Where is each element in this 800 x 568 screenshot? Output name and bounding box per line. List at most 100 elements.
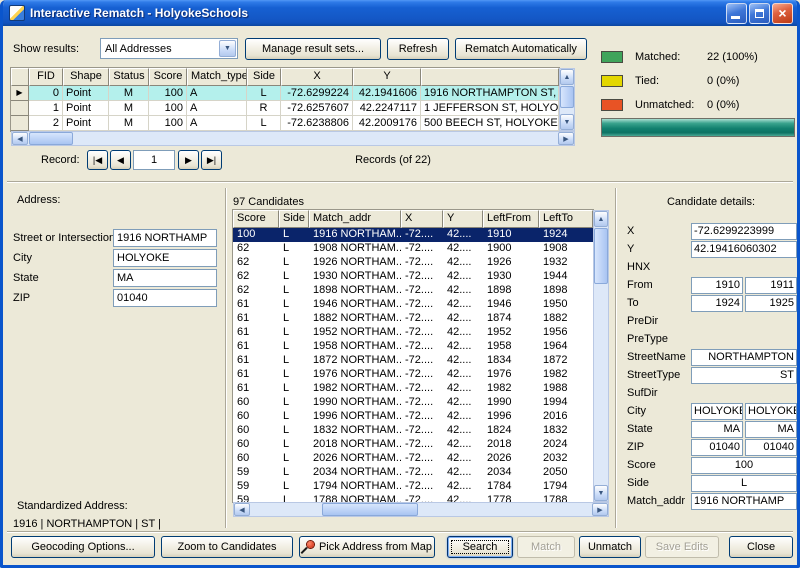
next-record-button[interactable]: ▶ (178, 150, 199, 170)
candidates-column-header[interactable]: X (401, 210, 443, 228)
record-selector-cell[interactable] (11, 101, 29, 116)
scroll-up-icon[interactable]: ▲ (560, 69, 574, 85)
scroll-down-icon[interactable]: ▼ (594, 485, 608, 501)
candidate-row[interactable]: 60 L 2018 NORTHAM... -72.... 42.... 2018 2024 (233, 438, 593, 452)
scrollbar-track[interactable] (28, 132, 558, 145)
candidate-row[interactable]: 61 L 1946 NORTHAM... -72.... 42.... 1946 1950 (233, 298, 593, 312)
address-field-input[interactable]: 01040 (113, 289, 217, 307)
detail-value-box[interactable]: 01040 (691, 438, 743, 456)
candidate-row[interactable]: 62 L 1908 NORTHAM... -72.... 42.... 1900 1908 (233, 242, 593, 256)
candidate-row[interactable]: 59 L 1788 NORTHAM... -72.... 42.... 1778 1788 (233, 494, 593, 502)
record-selector-cell[interactable]: ▶ (11, 86, 29, 101)
address-field-input[interactable]: HOLYOKE (113, 249, 217, 267)
detail-value-box[interactable]: HOLYOKE (745, 402, 797, 420)
scrollbar-track[interactable] (594, 227, 608, 485)
unmatch-button[interactable]: Unmatch (579, 536, 641, 558)
first-record-button[interactable]: |◀ (87, 150, 108, 170)
pick-address-from-map-button[interactable]: Pick Address from Map (299, 536, 435, 558)
records-column-header[interactable]: Match_type (187, 68, 247, 86)
candidates-column-header[interactable]: Y (443, 210, 483, 228)
show-results-dropdown[interactable]: All Addresses ▼ (100, 38, 238, 59)
detail-value-box[interactable]: 1925 (745, 294, 797, 312)
candidate-row[interactable]: 59 L 1794 NORTHAM... -72.... 42.... 1784 1794 (233, 480, 593, 494)
records-grid-vscrollbar[interactable]: ▲ ▼ (559, 68, 575, 131)
record-row[interactable]: 2 Point M 100 A L -72.6238806 42.2009176 500 BEE… (11, 116, 559, 131)
candidate-row[interactable]: 62 L 1926 NORTHAM... -72.... 42.... 1926 1932 (233, 256, 593, 270)
candidate-row[interactable]: 61 L 1982 NORTHAM... -72.... 42.... 1982 1988 (233, 382, 593, 396)
scroll-down-icon[interactable]: ▼ (560, 114, 574, 130)
candidate-row[interactable]: 61 L 1976 NORTHAM... -72.... 42.... 1976 1982 (233, 368, 593, 382)
zoom-to-candidates-button[interactable]: Zoom to Candidates (161, 536, 293, 558)
candidates-column-header[interactable]: Score (233, 210, 279, 228)
records-column-header[interactable] (421, 68, 559, 86)
record-row[interactable]: 1 Point M 100 A R -72.6257607 42.2247117 1 JEFFE… (11, 101, 559, 116)
candidate-row[interactable]: 61 L 1958 NORTHAM... -72.... 42.... 1958 1964 (233, 340, 593, 354)
candidate-row[interactable]: 60 L 1832 NORTHAM... -72.... 42.... 1824 1832 (233, 424, 593, 438)
candidate-row[interactable]: 60 L 1996 NORTHAM... -72.... 42.... 1996 2016 (233, 410, 593, 424)
detail-value-box[interactable]: 100 (691, 456, 797, 474)
maximize-button[interactable] (749, 2, 770, 24)
detail-value-box[interactable]: MA (691, 420, 743, 438)
detail-value-box[interactable]: -72.6299223999 (691, 222, 797, 240)
detail-value-box[interactable]: 1910 (691, 276, 743, 294)
detail-value-box[interactable]: 42.19416060302 (691, 240, 797, 258)
address-field-input[interactable]: 1916 NORTHAMP (113, 229, 217, 247)
previous-record-button[interactable]: ◀ (110, 150, 131, 170)
record-row[interactable]: ▶ 0 Point M 100 A L -72.6299224 42.1941606 1916 N… (11, 86, 559, 101)
candidate-row[interactable]: 59 L 2034 NORTHAM... -72.... 42.... 2034 2050 (233, 466, 593, 480)
detail-value-box[interactable]: 1916 NORTHAMP (691, 492, 797, 510)
scrollbar-thumb[interactable] (29, 132, 73, 145)
candidates-column-header[interactable]: LeftFrom (483, 210, 539, 228)
dropdown-arrow-icon[interactable]: ▼ (219, 40, 236, 57)
detail-value-box[interactable]: MA (745, 420, 797, 438)
search-button[interactable]: Search (447, 536, 513, 558)
records-column-header[interactable]: Status (109, 68, 149, 86)
close-button[interactable]: Close (729, 536, 793, 558)
scrollbar-thumb[interactable] (594, 228, 608, 284)
candidates-hscrollbar[interactable]: ◀ ▶ (233, 502, 609, 517)
records-column-header[interactable]: Score (149, 68, 187, 86)
candidate-row[interactable]: 61 L 1952 NORTHAM... -72.... 42.... 1952 1956 (233, 326, 593, 340)
detail-value-box[interactable]: ST (691, 366, 797, 384)
candidate-row[interactable]: 61 L 1882 NORTHAM... -72.... 42.... 1874 1882 (233, 312, 593, 326)
geocoding-options-button[interactable]: Geocoding Options... (11, 536, 155, 558)
scrollbar-track[interactable] (250, 503, 592, 516)
scroll-left-icon[interactable]: ◀ (234, 503, 250, 516)
candidate-row[interactable]: 60 L 2026 NORTHAM... -72.... 42.... 2026 2032 (233, 452, 593, 466)
address-field-input[interactable]: MA (113, 269, 217, 287)
scroll-right-icon[interactable]: ▶ (592, 503, 608, 516)
candidate-row[interactable]: 62 L 1930 NORTHAM... -72.... 42.... 1930 1944 (233, 270, 593, 284)
records-column-header[interactable]: FID (29, 68, 63, 86)
manage-result-sets-button[interactable]: Manage result sets... (245, 38, 381, 60)
detail-value-box[interactable]: L (691, 474, 797, 492)
candidates-column-header[interactable]: Side (279, 210, 309, 228)
record-number-input[interactable]: 1 (133, 150, 175, 170)
last-record-button[interactable]: ▶| (201, 150, 222, 170)
detail-value-box[interactable]: HOLYOKE (691, 402, 743, 420)
detail-value-box[interactable]: 1924 (691, 294, 743, 312)
records-column-header[interactable]: Y (353, 68, 421, 86)
records-column-header[interactable]: X (281, 68, 353, 86)
scrollbar-track[interactable] (560, 85, 574, 114)
detail-value-box[interactable]: NORTHAMPTON (691, 348, 797, 366)
record-selector-cell[interactable] (11, 116, 29, 131)
detail-value-box[interactable]: 1911 (745, 276, 797, 294)
detail-value-box[interactable]: 01040 (745, 438, 797, 456)
titlebar[interactable]: Interactive Rematch - HolyokeSchools × (3, 0, 797, 26)
scroll-up-icon[interactable]: ▲ (594, 211, 608, 227)
rematch-automatically-button[interactable]: Rematch Automatically (455, 38, 587, 60)
scroll-left-icon[interactable]: ◀ (12, 132, 28, 145)
candidate-row[interactable]: 61 L 1872 NORTHAM... -72.... 42.... 1834 1872 (233, 354, 593, 368)
titlebar-close-button[interactable]: × (772, 2, 793, 24)
scrollbar-thumb[interactable] (322, 503, 418, 516)
candidate-row[interactable]: 60 L 1990 NORTHAM... -72.... 42.... 1990 1994 (233, 396, 593, 410)
refresh-button[interactable]: Refresh (387, 38, 449, 60)
records-column-header[interactable]: Side (247, 68, 281, 86)
candidate-row[interactable]: 62 L 1898 NORTHAM... -72.... 42.... 1898 1898 (233, 284, 593, 298)
minimize-button[interactable] (726, 2, 747, 24)
scrollbar-thumb[interactable] (560, 86, 574, 108)
records-grid-hscrollbar[interactable]: ◀ ▶ (11, 131, 575, 146)
candidate-row[interactable]: 100 L 1916 NORTHAM... -72.... 42.... 1910 1924 (233, 228, 593, 242)
candidates-vscrollbar[interactable]: ▲ ▼ (593, 210, 609, 502)
candidates-column-header[interactable]: LeftTo (539, 210, 593, 228)
